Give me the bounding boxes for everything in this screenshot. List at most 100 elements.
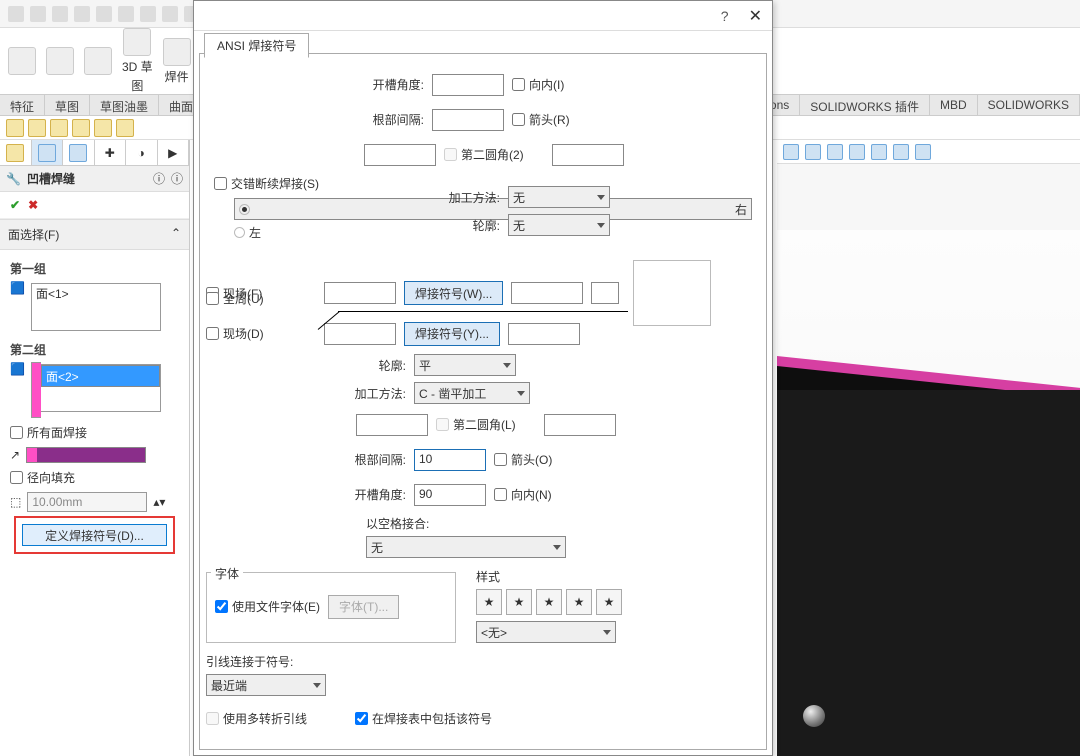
tool-icon[interactable] bbox=[52, 6, 68, 22]
method-select[interactable]: 无 bbox=[508, 186, 610, 208]
inside-checkbox[interactable]: 向内(I) bbox=[512, 76, 564, 93]
root-gap2-input[interactable]: 10 bbox=[414, 449, 486, 471]
help-icon[interactable]: ? bbox=[721, 8, 729, 24]
help-icon[interactable]: ⓘ bbox=[153, 170, 165, 187]
preview-box bbox=[633, 260, 711, 326]
pm-tab-display[interactable] bbox=[63, 140, 95, 165]
color-swatch[interactable] bbox=[26, 447, 146, 463]
contour2-select[interactable]: 平 bbox=[414, 354, 516, 376]
group2-label: 第二组 bbox=[10, 337, 179, 362]
pin-icon[interactable]: ⓘ bbox=[171, 170, 183, 187]
face-select-header[interactable]: 面选择(F)⌃ bbox=[0, 219, 189, 250]
model-canvas[interactable] bbox=[777, 230, 1080, 756]
q-icon[interactable] bbox=[28, 119, 46, 137]
field-input2[interactable] bbox=[511, 282, 583, 304]
groove-angle2-input[interactable]: 90 bbox=[414, 484, 486, 506]
style-select[interactable]: <无> bbox=[476, 621, 616, 643]
fillet-l-input1[interactable] bbox=[356, 414, 428, 436]
weldbead-icon: 🔧 bbox=[6, 172, 21, 186]
pm-tab-feature[interactable] bbox=[0, 140, 32, 165]
tab-swcam[interactable]: SOLIDWORKS bbox=[978, 95, 1080, 115]
allaround-checkbox[interactable]: 全周(U) bbox=[206, 290, 316, 307]
q-icon[interactable] bbox=[116, 119, 134, 137]
tool-icon[interactable] bbox=[162, 6, 178, 22]
list-item[interactable]: 面<2> bbox=[41, 365, 160, 387]
view-icon[interactable] bbox=[849, 144, 865, 160]
view-icon[interactable] bbox=[805, 144, 821, 160]
tool-icon[interactable] bbox=[118, 6, 134, 22]
weldment-button[interactable]: 焊件 bbox=[163, 38, 191, 85]
include-table-checkbox[interactable]: 在焊接表中包括该符号 bbox=[355, 710, 492, 727]
tab-swplugin[interactable]: SOLIDWORKS 插件 bbox=[800, 95, 930, 115]
q-icon[interactable] bbox=[72, 119, 90, 137]
groove-angle-input[interactable] bbox=[432, 74, 504, 96]
method2-select[interactable]: C - 凿平加工 bbox=[414, 382, 530, 404]
leader-select[interactable]: 最近端 bbox=[206, 674, 326, 696]
all-faces-checkbox[interactable]: 所有面焊接 bbox=[10, 424, 179, 441]
method2-label: 加工方法: bbox=[320, 385, 406, 402]
tool-icon[interactable] bbox=[96, 6, 112, 22]
arrow-o-checkbox[interactable]: 箭头(O) bbox=[494, 451, 552, 468]
pm-tab-more[interactable]: ▶ bbox=[158, 140, 190, 165]
field-d-input1[interactable] bbox=[324, 323, 396, 345]
save-button[interactable] bbox=[46, 47, 74, 75]
view-icon[interactable] bbox=[783, 144, 799, 160]
style-btn[interactable]: ★ bbox=[506, 589, 532, 615]
fillet2b-input[interactable] bbox=[552, 144, 624, 166]
field-d-input2[interactable] bbox=[508, 323, 580, 345]
contour-select[interactable]: 无 bbox=[508, 214, 610, 236]
field-input1[interactable] bbox=[324, 282, 396, 304]
fillet2-input[interactable] bbox=[364, 144, 436, 166]
spinner-icon[interactable]: ▴▾ bbox=[153, 495, 165, 509]
all-faces-label: 所有面焊接 bbox=[27, 424, 87, 441]
tool-icon[interactable] bbox=[8, 6, 24, 22]
view-icon[interactable] bbox=[871, 144, 887, 160]
tool-icon[interactable] bbox=[140, 6, 156, 22]
arrow-checkbox[interactable]: 箭头(R) bbox=[512, 111, 570, 128]
join-space-select[interactable]: 无 bbox=[366, 536, 566, 558]
dialog-titlebar[interactable]: ? ✕ bbox=[194, 1, 772, 31]
style-btn[interactable]: ★ bbox=[596, 589, 622, 615]
print-button[interactable] bbox=[84, 47, 112, 75]
home-button[interactable] bbox=[8, 47, 36, 75]
group1-listbox[interactable]: 面<1> bbox=[31, 283, 161, 331]
view-icon[interactable] bbox=[827, 144, 843, 160]
q-icon[interactable] bbox=[50, 119, 68, 137]
field-d-checkbox[interactable]: 现场(D) bbox=[206, 325, 316, 342]
tab-sketch[interactable]: 草图 bbox=[45, 95, 90, 115]
style-btn[interactable]: ★ bbox=[536, 589, 562, 615]
weld-symbol-y-button[interactable]: 焊接符号(Y)... bbox=[404, 322, 500, 346]
group2-listbox[interactable]: 面<2> bbox=[41, 364, 161, 412]
tool-icon[interactable] bbox=[30, 6, 46, 22]
pm-tab-rebuild[interactable]: ◑ bbox=[126, 140, 158, 165]
tab-feature[interactable]: 特征 bbox=[0, 95, 45, 115]
close-icon[interactable]: ✕ bbox=[749, 6, 762, 26]
pm-tab-target[interactable]: ✚ bbox=[95, 140, 127, 165]
view-icon[interactable] bbox=[893, 144, 909, 160]
dialog-tab-ansi[interactable]: ANSI 焊接符号 bbox=[204, 33, 309, 58]
pm-tab-config[interactable] bbox=[32, 140, 64, 165]
second-fillet-checkbox: 第二圆角(2) bbox=[444, 146, 524, 163]
sketch3d-button[interactable]: 3D 草图 bbox=[122, 28, 153, 94]
fillet-l-input2[interactable] bbox=[544, 414, 616, 436]
q-icon[interactable] bbox=[94, 119, 112, 137]
ok-button[interactable]: ✔ bbox=[10, 198, 20, 212]
radial-fill-checkbox[interactable]: 径向填充 bbox=[10, 469, 179, 486]
cancel-button[interactable]: ✖ bbox=[28, 198, 38, 212]
small-input[interactable] bbox=[591, 282, 619, 304]
style-btn[interactable]: ★ bbox=[566, 589, 592, 615]
3d-viewport[interactable] bbox=[777, 140, 1080, 756]
use-file-font-checkbox[interactable]: 使用文件字体(E) bbox=[215, 598, 320, 615]
q-icon[interactable] bbox=[6, 119, 24, 137]
view-icon[interactable] bbox=[915, 144, 931, 160]
root-gap-input[interactable] bbox=[432, 109, 504, 131]
distance-input[interactable]: 10.00mm bbox=[27, 492, 147, 512]
define-weld-symbol-button[interactable]: 定义焊接符号(D)... bbox=[22, 524, 167, 546]
tab-mbd[interactable]: MBD bbox=[930, 95, 978, 115]
weld-symbol-w-button[interactable]: 焊接符号(W)... bbox=[404, 281, 503, 305]
tab-sketchink[interactable]: 草图油墨 bbox=[90, 95, 159, 115]
tool-icon[interactable] bbox=[74, 6, 90, 22]
inside-n-checkbox[interactable]: 向内(N) bbox=[494, 486, 552, 503]
style-btn[interactable]: ★ bbox=[476, 589, 502, 615]
list-item[interactable]: 面<1> bbox=[32, 284, 160, 303]
